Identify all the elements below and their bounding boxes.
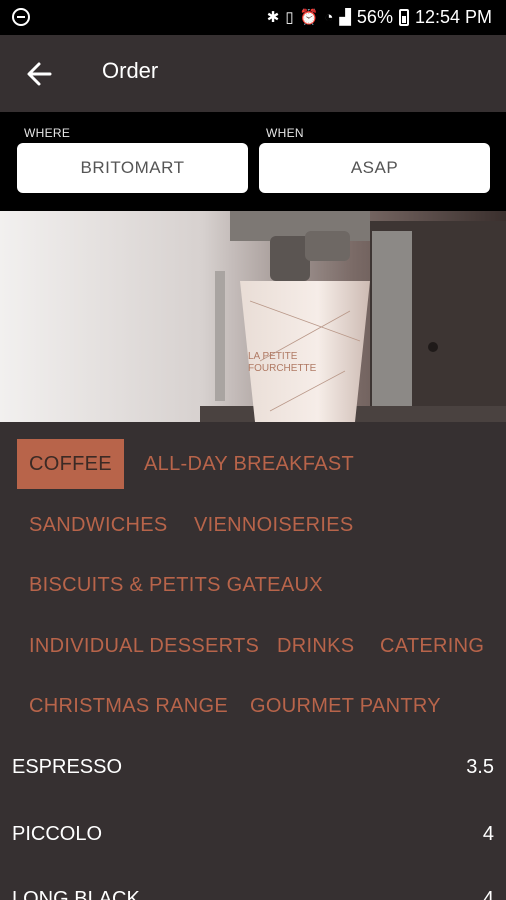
where-label: WHERE (24, 126, 71, 140)
battery-percent: 56% (356, 7, 393, 27)
category-gourmet-pantry[interactable]: GOURMET PANTRY (250, 681, 441, 731)
when-label: WHEN (266, 126, 304, 140)
menu-item-long-black[interactable]: LONG BLACK 4 (0, 866, 506, 900)
order-context-bar: WHERE BRITOMART WHEN ASAP (0, 112, 506, 211)
status-bar: ✱ ▯ ⏰ ◔ ▟ 56% 12:54 PM (0, 0, 506, 35)
menu-item-name: ESPRESSO (12, 756, 123, 778)
do-not-disturb-icon (12, 8, 30, 26)
category-individual-desserts[interactable]: INDIVIDUAL DESSERTS (29, 621, 259, 671)
menu-item-name: LONG BLACK (12, 888, 140, 900)
menu-item-price: 4 (482, 888, 494, 900)
menu-item-price: 4 (482, 823, 494, 845)
battery-icon (398, 9, 409, 26)
app-bar: Order (0, 35, 506, 112)
where-selector[interactable]: BRITOMART (17, 143, 248, 193)
cup-brand-line1: LA PETITE (248, 351, 298, 362)
status-right: ✱ ▯ ⏰ ◔ ▟ 56% 12:54 PM (267, 7, 492, 28)
menu-item-price: 3.5 (466, 756, 494, 778)
category-catering[interactable]: CATERING (380, 621, 484, 671)
category-viennoiseries[interactable]: VIENNOISERIES (194, 500, 354, 550)
signal-icon: ▟ (339, 8, 351, 26)
alarm-icon: ⏰ (299, 8, 319, 26)
when-selector[interactable]: ASAP (259, 143, 490, 193)
menu-item-espresso[interactable]: ESPRESSO 3.5 (0, 734, 506, 800)
page-title: Order (102, 58, 159, 83)
cup-brand-line2: FOURCHETTE (248, 363, 317, 374)
category-biscuits[interactable]: BISCUITS & PETITS GATEAUX (29, 560, 323, 610)
back-arrow-icon[interactable] (22, 57, 56, 91)
clock: 12:54 PM (414, 7, 492, 27)
wifi-icon: ◔ (324, 8, 334, 26)
category-coffee[interactable]: COFFEE (17, 439, 124, 489)
vibrate-icon: ▯ (285, 8, 294, 26)
category-sandwiches[interactable]: SANDWICHES (29, 500, 168, 550)
bluetooth-icon: ✱ (266, 8, 280, 26)
category-all-day-breakfast[interactable]: ALL-DAY BREAKFAST (144, 439, 354, 489)
menu-item-name: PICCOLO (12, 823, 103, 845)
hero-image: LA PETITE FOURCHETTE (0, 211, 506, 422)
menu-item-piccolo[interactable]: PICCOLO 4 (0, 801, 506, 867)
category-drinks[interactable]: DRINKS (277, 621, 354, 671)
category-christmas-range[interactable]: CHRISTMAS RANGE (29, 681, 228, 731)
